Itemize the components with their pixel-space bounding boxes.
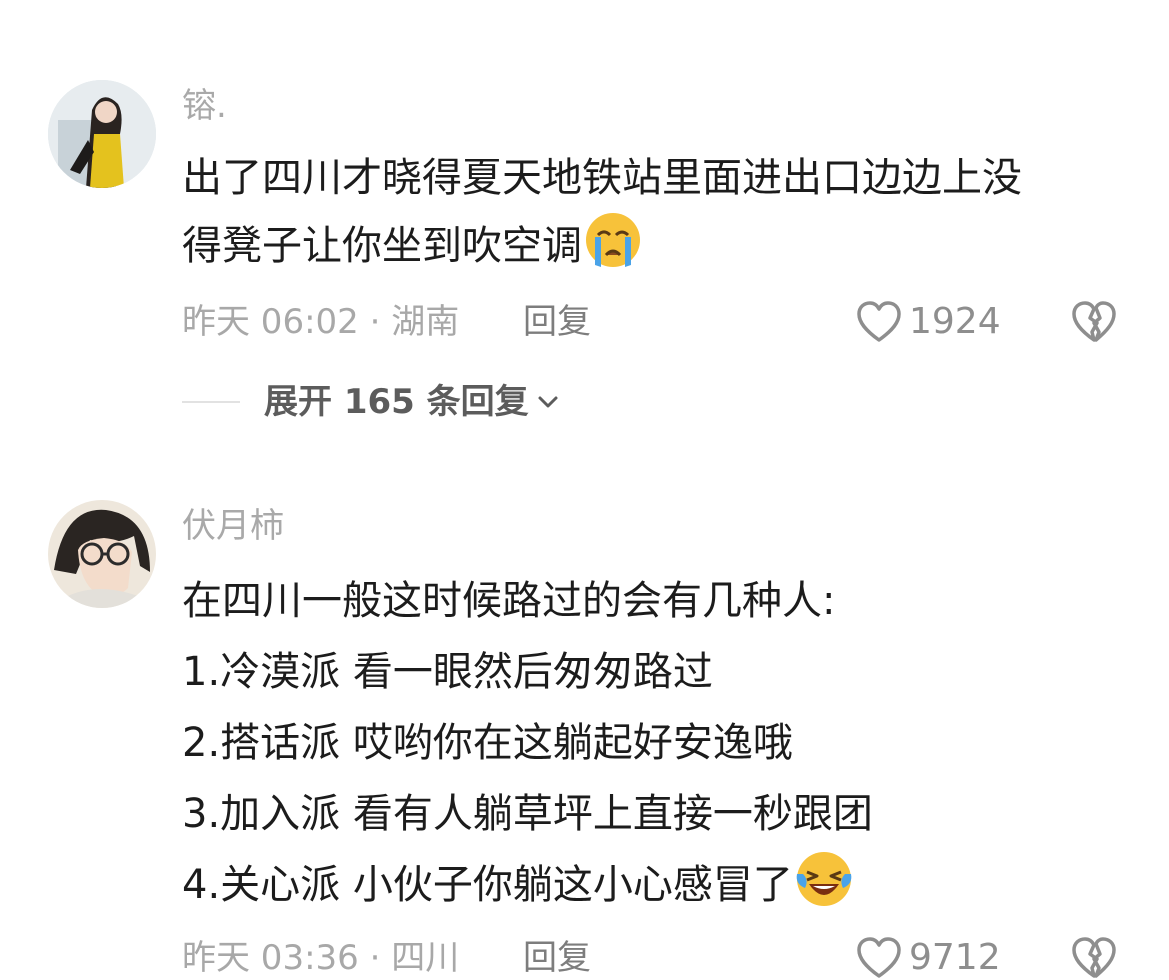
comment-line: 1.冷漠派 看一眼然后匆匆路过: [182, 649, 713, 695]
crying-face-icon: [586, 213, 640, 267]
timestamp-location: 昨天 03:36 · 四川: [182, 938, 460, 978]
comment-line: 2.搭话派 哎哟你在这躺起好安逸哦: [182, 720, 793, 766]
heart-icon: [857, 301, 901, 342]
like-count: 1924: [909, 301, 1001, 342]
comment-line: 出了四川才晓得夏天地铁站里面进出口边边上没: [182, 155, 1022, 201]
like-count: 9712: [909, 937, 1001, 978]
broken-heart-icon: [1072, 301, 1116, 342]
heart-icon: [857, 937, 901, 978]
timestamp-location: 昨天 06:02 · 湖南: [182, 302, 460, 342]
avatar[interactable]: [48, 500, 156, 608]
reply-button[interactable]: 回复: [523, 302, 591, 342]
like-button[interactable]: 1924: [855, 300, 1001, 344]
username[interactable]: 伏月柿: [182, 506, 284, 546]
dislike-button[interactable]: [1070, 936, 1118, 980]
comment-line: 在四川一般这时候路过的会有几种人:: [182, 578, 836, 624]
comment-item: 镕. 出了四川才晓得夏天地铁站里面进出口边边上没 得凳子让你坐到吹空调 昨天 0…: [0, 0, 1169, 460]
comment-line: 4.关心派 小伙子你躺这小心感冒了: [182, 850, 1122, 921]
like-button[interactable]: 9712: [855, 936, 1001, 980]
avatar[interactable]: [48, 80, 156, 188]
expand-replies-label: 展开 165 条回复: [264, 382, 529, 422]
comment-text: 在四川一般这时候路过的会有几种人: 1.冷漠派 看一眼然后匆匆路过 2.搭话派 …: [182, 566, 1122, 921]
comment-text: 出了四川才晓得夏天地铁站里面进出口边边上没 得凳子让你坐到吹空调: [182, 145, 1122, 279]
reply-button[interactable]: 回复: [523, 938, 591, 978]
dislike-button[interactable]: [1070, 300, 1118, 344]
chevron-down-icon: [538, 396, 558, 408]
expand-replies-button[interactable]: 展开 165 条回复: [182, 382, 559, 422]
comment-item: 伏月柿 在四川一般这时候路过的会有几种人: 1.冷漠派 看一眼然后匆匆路过 2.…: [0, 460, 1169, 978]
laughing-tears-icon: [796, 852, 852, 906]
comment-line: 得凳子让你坐到吹空调: [182, 211, 1122, 279]
comment-line: 3.加入派 看有人躺草坪上直接一秒跟团: [182, 791, 873, 837]
broken-heart-icon: [1072, 937, 1116, 978]
divider: [182, 401, 240, 403]
username[interactable]: 镕.: [182, 86, 227, 126]
